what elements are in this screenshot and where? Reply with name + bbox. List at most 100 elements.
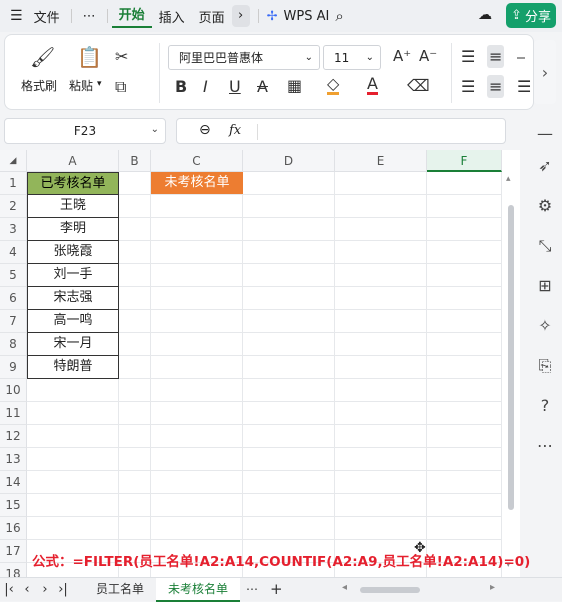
grid-cell[interactable] [151, 195, 243, 218]
grid-cell[interactable] [243, 310, 335, 333]
grid-cell[interactable] [119, 195, 151, 218]
grid-cell[interactable] [243, 494, 335, 517]
grid-cell[interactable] [151, 333, 243, 356]
grid-cell[interactable] [27, 402, 119, 425]
row-header-16[interactable]: 16 [0, 517, 27, 540]
paste-icon[interactable]: 📋 [77, 45, 102, 69]
grid-cell[interactable] [151, 241, 243, 264]
grid-cell[interactable] [335, 264, 427, 287]
share-button[interactable]: ⇪ 分享 [506, 3, 556, 28]
cell-a7[interactable]: 高一鸣 [27, 310, 119, 333]
row-header-17[interactable]: 17 [0, 540, 27, 563]
cut-icon[interactable]: ✂ [115, 47, 128, 66]
row-header-6[interactable]: 6 [0, 287, 27, 310]
row-header-14[interactable]: 14 [0, 471, 27, 494]
grid-cell[interactable] [427, 287, 502, 310]
grid-cell[interactable] [427, 264, 502, 287]
grid-cell[interactable] [151, 402, 243, 425]
book-icon[interactable]: ⎘ [535, 356, 555, 376]
grid-cell[interactable] [243, 195, 335, 218]
grid-cell[interactable] [119, 310, 151, 333]
grid-cell[interactable] [427, 333, 502, 356]
grid-cell[interactable] [335, 471, 427, 494]
grid-cell[interactable] [427, 172, 502, 195]
bold-icon[interactable]: B [175, 77, 187, 96]
clear-format-icon[interactable]: ⌫ [407, 76, 430, 95]
grid-cell[interactable] [427, 517, 502, 540]
chart-icon[interactable]: ⊞ [535, 276, 555, 296]
grid-cell[interactable] [119, 494, 151, 517]
last-sheet-icon[interactable]: ›| [54, 582, 72, 597]
select-cursor-icon[interactable]: ➶ [535, 156, 555, 176]
format-painter-icon[interactable]: 🖌 [30, 45, 55, 69]
name-box[interactable]: F23 ⌄ [4, 118, 166, 144]
grid-cell[interactable] [427, 425, 502, 448]
cell-c1[interactable]: 未考核名单 [151, 172, 243, 195]
formula-input[interactable]: ⊖ fx [176, 118, 506, 144]
grid-cell[interactable] [243, 379, 335, 402]
grid-cell[interactable] [119, 264, 151, 287]
cell-a8[interactable]: 宋一月 [27, 333, 119, 356]
prev-sheet-icon[interactable]: ‹ [18, 582, 36, 597]
tab-sheet-unassessed[interactable]: 未考核名单 [156, 577, 241, 602]
chevron-left-icon[interactable]: ◂ [342, 582, 347, 593]
cell-a6[interactable]: 宋志强 [27, 287, 119, 310]
grid-cell[interactable] [427, 448, 502, 471]
row-header-15[interactable]: 15 [0, 494, 27, 517]
tools-icon[interactable]: ✧ [535, 316, 555, 336]
grid-cell[interactable] [427, 356, 502, 379]
vertical-scrollbar[interactable]: ▴ ▾ [502, 150, 520, 578]
grid-cell[interactable] [335, 241, 427, 264]
grid-cell[interactable] [151, 425, 243, 448]
grid-cell[interactable] [27, 471, 119, 494]
grid-cell[interactable] [151, 448, 243, 471]
grid-cell[interactable] [151, 471, 243, 494]
ribbon-expand-button[interactable]: › [534, 40, 556, 104]
row-header-13[interactable]: 13 [0, 448, 27, 471]
transform-icon[interactable]: ⤡ [535, 236, 555, 256]
row-header-9[interactable]: 9 [0, 356, 27, 379]
grid-cell[interactable] [243, 172, 335, 195]
grid-cell[interactable] [119, 517, 151, 540]
search-icon[interactable]: ⌕ [335, 7, 343, 25]
row-header-12[interactable]: 12 [0, 425, 27, 448]
chevron-up-icon[interactable]: ▴ [506, 174, 511, 184]
cloud-icon[interactable]: ☁ [478, 7, 492, 23]
grid-cell[interactable] [243, 448, 335, 471]
grid-cell[interactable] [119, 218, 151, 241]
row-header-4[interactable]: 4 [0, 241, 27, 264]
row-header-10[interactable]: 10 [0, 379, 27, 402]
grid-cell[interactable] [119, 287, 151, 310]
grid-cell[interactable] [243, 471, 335, 494]
copy-icon[interactable]: ⧉ [115, 77, 126, 97]
cell-a2[interactable]: 王晓 [27, 195, 119, 218]
chevron-right-icon[interactable]: ▸ [490, 582, 495, 593]
column-header-c[interactable]: C [151, 150, 243, 172]
grid-cell[interactable] [243, 241, 335, 264]
column-header-f[interactable]: F [427, 150, 502, 172]
grid-cell[interactable] [427, 379, 502, 402]
cell-a1[interactable]: 已考核名单 [27, 172, 119, 195]
help-icon[interactable]: ? [535, 396, 555, 416]
grid-cell[interactable] [151, 218, 243, 241]
cell-a4[interactable]: 张晓霞 [27, 241, 119, 264]
grid-cell[interactable] [27, 425, 119, 448]
column-header-e[interactable]: E [335, 150, 427, 172]
wps-ai-button[interactable]: WPS AI [278, 9, 336, 24]
align-top-icon[interactable]: ☰ [461, 47, 475, 66]
grid-cell[interactable] [119, 356, 151, 379]
grid-cell[interactable] [119, 448, 151, 471]
cell-a3[interactable]: 李明 [27, 218, 119, 241]
grid-cell[interactable] [119, 402, 151, 425]
grid-cell[interactable] [243, 517, 335, 540]
grid-cell[interactable] [119, 241, 151, 264]
grid-cell[interactable] [427, 241, 502, 264]
row-header-5[interactable]: 5 [0, 264, 27, 287]
grid-cell[interactable] [427, 218, 502, 241]
row-header-1[interactable]: 1 [0, 172, 27, 195]
grid-cell[interactable] [243, 287, 335, 310]
menu-more[interactable]: ⋯ [76, 9, 103, 24]
grid-cell[interactable] [119, 471, 151, 494]
decrease-font-icon[interactable]: A⁻ [419, 47, 437, 65]
grid-cell[interactable] [335, 172, 427, 195]
